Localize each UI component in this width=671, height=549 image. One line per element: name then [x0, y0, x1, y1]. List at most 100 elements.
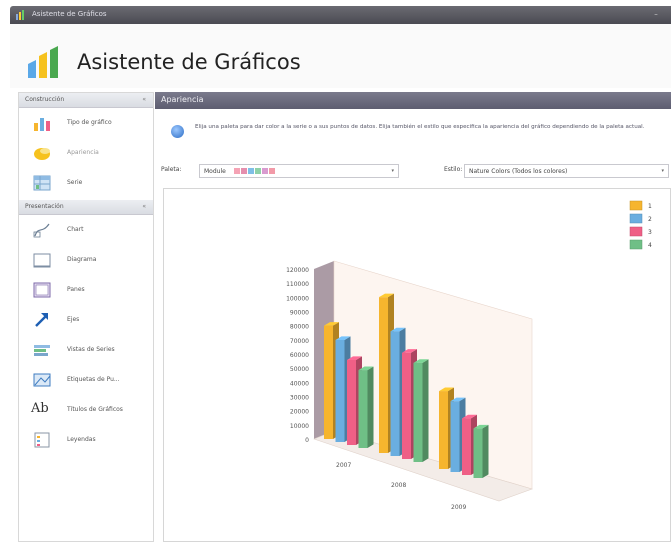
section-header-apariencia: Apariencia [155, 92, 671, 109]
bar [358, 370, 368, 448]
bar [413, 362, 423, 462]
sidebar-item-apariencia[interactable]: Apariencia [19, 138, 153, 168]
sidebar-item-label: Ejes [67, 316, 80, 323]
sidebar-item-serie[interactable]: Serie [19, 168, 153, 198]
style-label: Estilo: [444, 166, 463, 173]
window-titlebar: Asistente de Gráficos – [10, 6, 671, 24]
section-construccion-title: Construcción [25, 96, 65, 103]
page-title: Asistente de Gráficos [77, 50, 301, 74]
x-tick-label: 2007 [336, 462, 351, 469]
bar [402, 352, 411, 459]
sidebar-item-label: Títulos de Gráficos [67, 406, 123, 413]
info-text: Elija una paleta para dar color a la ser… [195, 124, 645, 130]
bar-side [422, 359, 429, 462]
sidebar-item-chart[interactable]: Chart [19, 215, 153, 245]
sidebar-item-vistas-de-series[interactable]: Vistas de Series [19, 335, 153, 365]
bar [439, 391, 448, 469]
panes-icon [33, 282, 51, 298]
axis-arrow-icon [35, 313, 48, 327]
dropdown-arrow-icon: ▾ [391, 168, 394, 174]
x-tick-label: 2008 [391, 482, 406, 489]
sidebar-item-etiquetas-de-punto[interactable]: Etiquetas de Pu... [19, 365, 153, 395]
sidebar-item-label: Apariencia [67, 149, 99, 156]
palette-swatch [268, 168, 275, 174]
palette-dropdown[interactable]: Module ▾ [199, 164, 399, 178]
sidebar-item-label: Leyendas [67, 436, 96, 443]
sidebar-item-label: Diagrama [67, 256, 97, 263]
y-tick-label: 120000 [286, 267, 309, 274]
palette-swatch [233, 168, 240, 174]
wizard-header: Asistente de Gráficos [10, 24, 671, 88]
palette-value: Module [204, 168, 226, 175]
y-tick-label: 50000 [290, 366, 309, 373]
style-value: Nature Colors (Todos los colores) [469, 168, 568, 175]
legend-label: 1 [648, 203, 652, 210]
y-tick-label: 60000 [290, 352, 309, 359]
style-dropdown[interactable]: Nature Colors (Todos los colores) ▾ [464, 164, 669, 178]
bar [335, 340, 345, 442]
sidebar-item-label: Panes [67, 286, 85, 293]
wizard-sidebar: Construcción « Tipo de gráfico Aparienci… [18, 92, 154, 542]
legend-marker [629, 200, 643, 211]
bar-side [482, 424, 489, 478]
window-title: Asistente de Gráficos [32, 10, 107, 18]
bar [462, 418, 471, 475]
sidebar-item-label: Chart [67, 226, 84, 233]
collapse-chevron-icon[interactable]: « [142, 203, 146, 210]
legend-label: 4 [648, 242, 652, 249]
y-tick-label: 80000 [290, 324, 309, 331]
y-tick-label: 30000 [290, 395, 309, 402]
minimize-button[interactable]: – [651, 10, 661, 19]
section-presentacion-title: Presentación [25, 203, 64, 210]
section-construccion[interactable]: Construcción « [19, 93, 153, 108]
bar [379, 297, 388, 453]
point-labels-icon [33, 373, 51, 387]
chart-wizard-logo-icon [28, 46, 58, 78]
legend-marker [629, 239, 643, 250]
y-tick-label: 20000 [290, 409, 309, 416]
sidebar-item-ejes[interactable]: Ejes [19, 305, 153, 335]
dropdown-arrow-icon: ▾ [661, 168, 664, 174]
bar [390, 331, 400, 456]
legend-marker [629, 213, 643, 224]
sidebar-item-label: Serie [67, 179, 83, 186]
chart-preview[interactable]: 1200001100001000009000080000700006000050… [164, 189, 670, 541]
main-panel: Apariencia Elija una paleta para dar col… [155, 92, 671, 549]
sidebar-item-tipo-de-grafico[interactable]: Tipo de gráfico [19, 108, 153, 138]
sidebar-item-label: Etiquetas de Pu... [67, 376, 120, 383]
palette-swatch [240, 168, 247, 174]
sidebar-item-panes[interactable]: Panes [19, 275, 153, 305]
y-tick-label: 110000 [286, 281, 309, 288]
palette-swatch [247, 168, 254, 174]
palette-swatches [233, 168, 276, 175]
legend-icon [34, 432, 50, 448]
sidebar-item-diagrama[interactable]: Diagrama [19, 245, 153, 275]
bar [473, 428, 483, 478]
sidebar-item-leyendas[interactable]: Leyendas [19, 425, 153, 455]
info-icon [171, 125, 184, 138]
sidebar-item-label: Tipo de gráfico [67, 119, 112, 126]
series-grid-icon [33, 175, 51, 191]
series-views-icon [34, 345, 50, 356]
section-presentacion[interactable]: Presentación « [19, 200, 153, 215]
collapse-chevron-icon[interactable]: « [142, 96, 146, 103]
y-tick-label: 70000 [290, 338, 309, 345]
chart-drawing-icon [33, 223, 50, 238]
bar [347, 360, 356, 445]
bar [450, 401, 460, 472]
legend-label: 3 [648, 229, 652, 236]
sidebar-item-label: Vistas de Series [67, 346, 115, 353]
bar-chart-icon [34, 118, 50, 131]
app-icon [16, 10, 24, 20]
sidebar-item-titulos-de-graficos[interactable]: Ab Títulos de Gráficos [19, 395, 153, 425]
chart-titles-icon: Ab [31, 401, 49, 416]
palette-style-row: Paleta: Module ▾ Estilo: Nature Colors (… [159, 162, 671, 180]
palette-swatch [261, 168, 268, 174]
info-box: Elija una paleta para dar color a la ser… [163, 122, 663, 142]
y-tick-label: 90000 [290, 310, 309, 317]
palette-swatch [254, 168, 261, 174]
bar [324, 325, 333, 439]
y-tick-label: 40000 [290, 380, 309, 387]
legend-marker [629, 226, 643, 237]
palette-icon [34, 148, 50, 160]
